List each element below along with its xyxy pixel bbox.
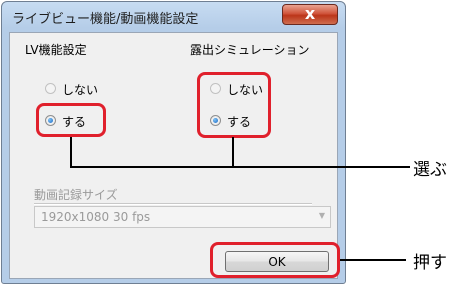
chevron-down-icon: ▼ bbox=[318, 211, 325, 220]
highlight-ok-button bbox=[210, 242, 340, 278]
radio-unchecked-icon[interactable] bbox=[45, 83, 56, 94]
connector-line-exposure bbox=[232, 137, 234, 168]
select-callout: 選ぶ bbox=[413, 160, 447, 180]
exposure-sim-label: 露出シミュレーション bbox=[190, 43, 310, 57]
press-callout: 押す bbox=[413, 253, 447, 273]
close-button[interactable]: x bbox=[282, 4, 338, 25]
movie-size-label: 動画記録サイズ bbox=[34, 188, 118, 202]
highlight-exposure-options bbox=[197, 72, 271, 138]
connector-line-horizontal bbox=[70, 166, 410, 168]
dialog-title: ライブビュー機能/動画機能設定 bbox=[12, 12, 199, 27]
connector-line-lv bbox=[70, 137, 72, 168]
close-icon: x bbox=[304, 4, 316, 23]
movie-size-select[interactable]: 1920x1080 30 fps ▼ bbox=[34, 206, 331, 228]
separator bbox=[34, 203, 312, 205]
highlight-lv-on bbox=[36, 103, 106, 137]
connector-line-ok bbox=[340, 259, 406, 261]
lv-off-label: しない bbox=[62, 83, 99, 97]
movie-size-value: 1920x1080 30 fps bbox=[41, 210, 151, 224]
title-bar[interactable]: ライブビュー機能/動画機能設定 x bbox=[2, 2, 345, 32]
lv-setting-label: LV機能設定 bbox=[25, 43, 87, 57]
